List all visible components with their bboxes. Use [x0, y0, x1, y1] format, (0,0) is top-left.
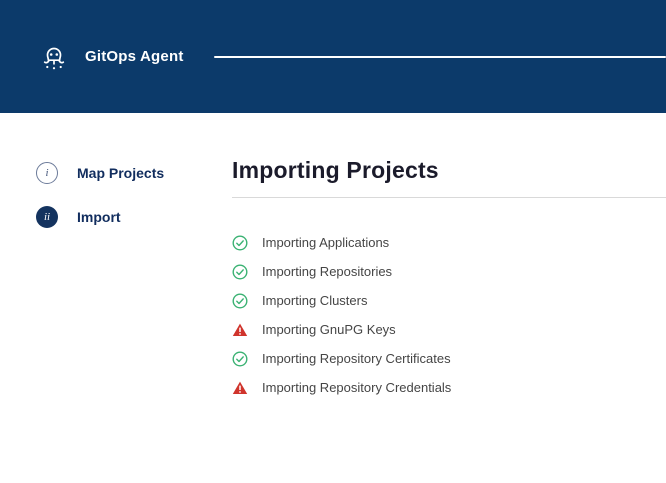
import-row-label: Importing Repository Credentials — [262, 380, 451, 395]
octopus-logo-icon — [38, 41, 70, 73]
step-2-label: Import — [77, 209, 121, 225]
error-warning-icon — [232, 380, 248, 396]
import-row-repositories: Importing Repositories — [232, 257, 666, 286]
step-import[interactable]: ii Import — [36, 206, 232, 228]
title-divider — [232, 197, 666, 198]
app-title: GitOps Agent — [85, 48, 184, 65]
import-row-gnupg-keys: Importing GnuPG Keys — [232, 315, 666, 344]
success-check-icon — [232, 351, 248, 367]
header-divider-line — [214, 56, 666, 58]
step-1-badge: i — [36, 162, 58, 184]
import-row-label: Importing Clusters — [262, 293, 367, 308]
success-check-icon — [232, 264, 248, 280]
import-status-list: Importing Applications Importing Reposit… — [232, 228, 666, 402]
success-check-icon — [232, 235, 248, 251]
page-content: i Map Projects ii Import Importing Proje… — [0, 113, 666, 402]
error-warning-icon — [232, 322, 248, 338]
import-row-label: Importing Applications — [262, 235, 389, 250]
import-panel: Importing Projects Importing Application… — [232, 113, 666, 402]
app-header: GitOps Agent — [0, 0, 666, 113]
step-2-badge: ii — [36, 206, 58, 228]
import-row-clusters: Importing Clusters — [232, 286, 666, 315]
import-row-applications: Importing Applications — [232, 228, 666, 257]
step-1-label: Map Projects — [77, 165, 164, 181]
import-row-repository-credentials: Importing Repository Credentials — [232, 373, 666, 402]
import-row-repository-certificates: Importing Repository Certificates — [232, 344, 666, 373]
page-title: Importing Projects — [232, 157, 666, 184]
wizard-stepper: i Map Projects ii Import — [0, 113, 232, 250]
success-check-icon — [232, 293, 248, 309]
import-row-label: Importing Repository Certificates — [262, 351, 451, 366]
import-row-label: Importing GnuPG Keys — [262, 322, 396, 337]
step-map-projects[interactable]: i Map Projects — [36, 162, 232, 184]
import-row-label: Importing Repositories — [262, 264, 392, 279]
brand: GitOps Agent — [38, 41, 184, 73]
